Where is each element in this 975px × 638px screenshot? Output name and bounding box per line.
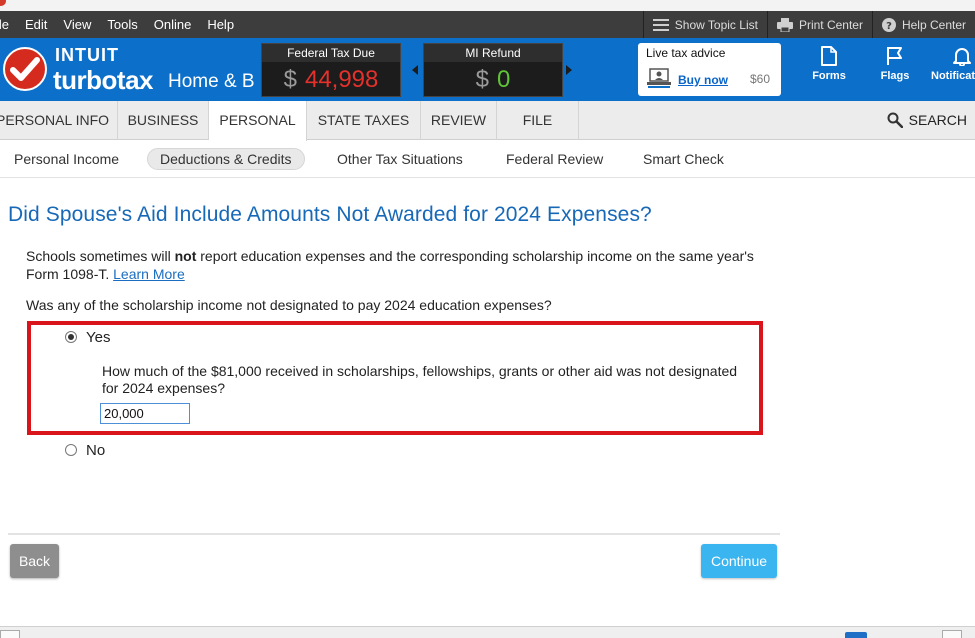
turbotax-wordmark: turbotax: [53, 65, 154, 95]
tab-review[interactable]: REVIEW: [421, 101, 497, 140]
yes-radio[interactable]: [65, 331, 77, 343]
bottom-toggle-indicator[interactable]: [845, 632, 867, 638]
forms-label: Forms: [812, 70, 846, 82]
refund-next-arrow-icon[interactable]: [566, 65, 572, 75]
notifications-button[interactable]: Notificati: [931, 46, 975, 82]
state-refund-amount: 0: [497, 65, 511, 93]
state-refund-value: $ 0: [424, 62, 562, 97]
intro-bold: not: [174, 248, 197, 264]
menu-online[interactable]: Online: [146, 11, 200, 38]
federal-tax-due-value: $ 44,998: [262, 62, 400, 97]
show-topic-list-label: Show Topic List: [674, 17, 758, 32]
state-refund-label: MI Refund: [424, 44, 562, 62]
back-button[interactable]: Back: [10, 544, 59, 578]
help-center-button[interactable]: ? Help Center: [871, 11, 975, 38]
turbotax-check-logo-icon: [3, 47, 47, 91]
tab-personal[interactable]: PERSONAL: [209, 101, 307, 141]
live-tax-advice-box: Live tax advice Buy now $60: [638, 43, 781, 96]
help-circle-icon: ?: [881, 17, 896, 32]
state-currency-sign: $: [475, 65, 489, 93]
intro-text: Schools sometimes will not report educat…: [26, 247, 776, 283]
advice-price: $60: [750, 72, 771, 86]
show-topic-list-button[interactable]: Show Topic List: [642, 11, 767, 38]
bottom-status-bar: [0, 626, 975, 638]
refund-prev-arrow-icon[interactable]: [412, 65, 418, 75]
subnav-smart-check[interactable]: Smart Check: [643, 148, 724, 170]
menu-view[interactable]: View: [55, 11, 99, 38]
forms-button[interactable]: Forms: [811, 46, 847, 82]
followup-question: How much of the $81,000 received in scho…: [102, 363, 738, 396]
tab-file[interactable]: FILE: [497, 101, 579, 140]
bottom-right-tab[interactable]: [942, 630, 962, 638]
yes-radio-label[interactable]: Yes: [86, 329, 110, 346]
subnav-other-tax-situations[interactable]: Other Tax Situations: [337, 148, 463, 170]
federal-tax-due-box[interactable]: Federal Tax Due $ 44,998: [261, 43, 401, 97]
search-button[interactable]: SEARCH: [887, 112, 967, 128]
page-title: Did Spouse's Aid Include Amounts Not Awa…: [8, 203, 652, 226]
help-center-label: Help Center: [901, 17, 966, 32]
list-icon: [652, 18, 669, 31]
bottom-left-tab[interactable]: [0, 630, 20, 638]
learn-more-link[interactable]: Learn More: [113, 266, 185, 282]
menu-edit[interactable]: Edit: [17, 11, 55, 38]
intro-pre: Schools sometimes will: [26, 248, 175, 264]
bell-icon: [953, 48, 971, 66]
product-edition: Home & B: [168, 71, 255, 92]
menu-bar: ile Edit View Tools Online Help Show Top…: [0, 11, 975, 38]
menu-tools[interactable]: Tools: [99, 11, 145, 38]
tab-personal-info[interactable]: PERSONAL INFO: [0, 101, 118, 140]
menu-right: Show Topic List Print Center ? Help Cent…: [642, 11, 975, 38]
print-center-button[interactable]: Print Center: [766, 11, 872, 38]
expert-laptop-icon: [647, 68, 671, 88]
secondary-nav: Personal Income Deductions & Credits Oth…: [0, 140, 975, 178]
federal-tax-due-label: Federal Tax Due: [262, 44, 400, 62]
flags-button[interactable]: Flags: [877, 46, 913, 82]
search-icon: [887, 112, 903, 128]
svg-text:?: ?: [886, 21, 892, 32]
scholarship-question: Was any of the scholarship income not de…: [26, 297, 552, 313]
no-radio[interactable]: [65, 444, 77, 456]
window-top-strip: [0, 0, 975, 11]
printer-icon: [776, 17, 793, 32]
buy-now-link[interactable]: Buy now: [678, 73, 728, 87]
content-divider: [8, 533, 780, 535]
notifications-label: Notificati: [931, 70, 975, 82]
federal-tax-due-amount: 44,998: [304, 65, 379, 93]
menu-left: ile Edit View Tools Online Help: [0, 11, 242, 38]
print-center-label: Print Center: [798, 17, 863, 32]
tab-business[interactable]: BUSINESS: [118, 101, 209, 140]
no-radio-label[interactable]: No: [86, 442, 105, 459]
subnav-deductions-credits[interactable]: Deductions & Credits: [147, 148, 305, 170]
tab-state-taxes[interactable]: STATE TAXES: [307, 101, 421, 140]
subnav-federal-review[interactable]: Federal Review: [506, 148, 603, 170]
flag-icon: [887, 47, 902, 65]
document-icon: [821, 46, 837, 66]
federal-currency-sign: $: [283, 65, 297, 93]
intuit-wordmark: INTUIT: [55, 45, 119, 65]
app-header: INTUIT turbotax Home & B Federal Tax Due…: [0, 38, 975, 101]
search-label: SEARCH: [908, 112, 967, 128]
state-refund-box[interactable]: MI Refund $ 0: [423, 43, 563, 97]
flags-label: Flags: [880, 70, 910, 82]
menu-help[interactable]: Help: [199, 11, 242, 38]
subnav-personal-income[interactable]: Personal Income: [14, 148, 119, 170]
primary-nav: PERSONAL INFO BUSINESS PERSONAL STATE TA…: [0, 101, 975, 141]
window-close-dot[interactable]: [0, 0, 6, 6]
live-tax-advice-title: Live tax advice: [646, 46, 726, 60]
continue-button[interactable]: Continue: [701, 544, 777, 578]
menu-file[interactable]: ile: [0, 11, 17, 38]
not-designated-amount-input[interactable]: [100, 403, 190, 424]
